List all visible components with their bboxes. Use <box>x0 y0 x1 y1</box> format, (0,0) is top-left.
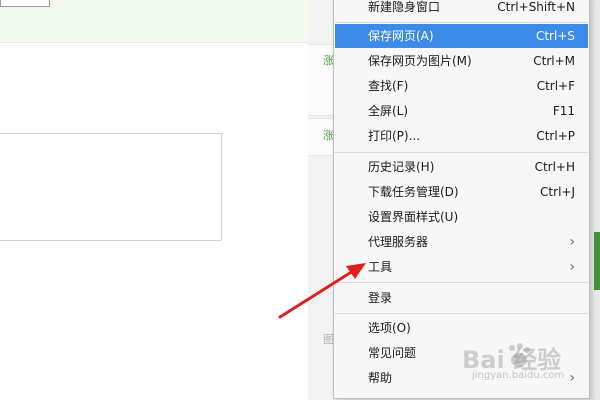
baidu-jingyan-watermark: Bai 经验 jingyan.baidu.com <box>462 340 586 392</box>
watermark-url: jingyan.baidu.com <box>472 370 565 381</box>
